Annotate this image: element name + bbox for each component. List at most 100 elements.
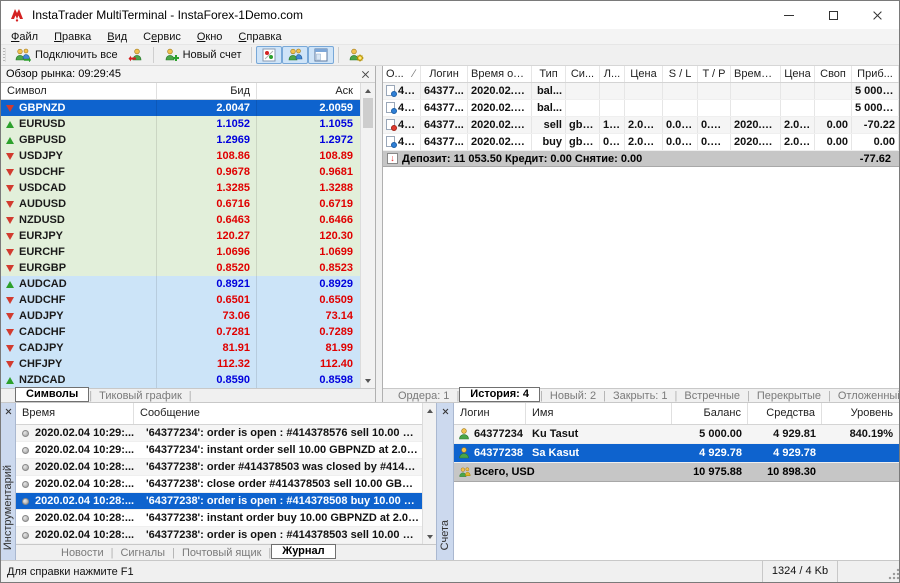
market-watch-toggle-button[interactable]	[256, 46, 282, 64]
menu-item-edit[interactable]: Правка	[46, 31, 99, 43]
orders-tab-pending[interactable]: Отложенный: 1	[831, 390, 900, 402]
orders-tab-orders[interactable]: Ордера: 1	[391, 390, 456, 402]
journal-row[interactable]: 2020.02.04 10:29:...'64377234': instant …	[16, 442, 436, 459]
symbol-row-eurgbp[interactable]: EURGBP0.85200.8523	[1, 260, 375, 276]
accounts-column-header-2[interactable]: Баланс	[672, 403, 748, 424]
journal-row[interactable]: 2020.02.04 10:29:...'64377234': order is…	[16, 425, 436, 442]
symbol-row-gbpusd[interactable]: GBPUSD1.29691.2972	[1, 132, 375, 148]
orders-tab-close[interactable]: Закрыть: 1	[606, 390, 675, 402]
menu-item-tools[interactable]: Сервис	[135, 31, 189, 43]
symbol-row-gbpnzd[interactable]: GBPNZD2.00472.0059	[1, 100, 375, 116]
orders-tab-counter[interactable]: Встречные	[677, 390, 747, 402]
symbol-row-eurchf[interactable]: EURCHF1.06961.0699	[1, 244, 375, 260]
disconnect-all-button[interactable]	[123, 46, 149, 64]
account-person-icon	[458, 428, 471, 441]
symbol-row-usdchf[interactable]: USDCHF0.96780.9681	[1, 164, 375, 180]
journal-row[interactable]: 2020.02.04 10:28:...'64377238': order is…	[16, 527, 436, 544]
symbol-row-nzdcad[interactable]: NZDCAD0.85900.8598	[1, 372, 375, 388]
toolbox-strip-label[interactable]: Инструментарий	[2, 465, 14, 550]
accounts-toggle-button[interactable]	[282, 46, 308, 64]
journal-row[interactable]: 2020.02.04 10:28:...'64377238': instant …	[16, 510, 436, 527]
menu-item-file[interactable]: Файл	[3, 31, 46, 43]
column-header-ask[interactable]: Аск	[257, 83, 375, 99]
accounts-strip-label[interactable]: Счета	[439, 520, 451, 550]
app-icon[interactable]	[9, 7, 25, 23]
orders-column-header-8[interactable]: T / P	[698, 66, 731, 82]
journal-tab-journal[interactable]: Журнал	[271, 544, 335, 559]
ask-number: 0.8523	[319, 261, 353, 276]
scroll-up-icon[interactable]	[361, 83, 375, 98]
connect-all-button[interactable]: Подключить все	[10, 46, 123, 64]
orders-tab-history[interactable]: История: 4	[459, 387, 540, 402]
toolbox-toggle-button[interactable]	[308, 46, 334, 64]
scrollbar-thumb[interactable]	[363, 98, 373, 128]
orders-column-header-4[interactable]: Си...	[566, 66, 600, 82]
accounts-column-header-3[interactable]: Средства	[748, 403, 822, 424]
symbol-name: EURCHF	[1, 244, 157, 260]
scrollbar-track[interactable]	[361, 98, 375, 373]
orders-column-header-6[interactable]: Цена	[625, 66, 663, 82]
orders-column-header-3[interactable]: Тип	[532, 66, 566, 82]
order-row[interactable]: 414...64377...2020.02.04 ...bal...5 000.…	[383, 83, 899, 100]
journal-scrollbar[interactable]	[422, 403, 436, 544]
toolbar-grip[interactable]	[3, 48, 6, 62]
symbol-row-eurjpy[interactable]: EURJPY120.27120.30	[1, 228, 375, 244]
market-watch-close-icon[interactable]	[361, 70, 370, 79]
account-settings-button[interactable]	[343, 46, 369, 64]
symbol-row-usdjpy[interactable]: USDJPY108.86108.89	[1, 148, 375, 164]
accounts-column-header-1[interactable]: Имя	[526, 403, 672, 424]
accounts-column-header-0[interactable]: Логин	[454, 403, 526, 424]
accounts-close-icon[interactable]	[442, 408, 449, 415]
orders-column-header-5[interactable]: Л...	[600, 66, 625, 82]
symbol-row-chfjpy[interactable]: CHFJPY112.32112.40	[1, 356, 375, 372]
symbol-row-cadchf[interactable]: CADCHF0.72810.7289	[1, 324, 375, 340]
symbol-row-usdcad[interactable]: USDCAD1.32851.3288	[1, 180, 375, 196]
symbol-row-cadjpy[interactable]: CADJPY81.9181.99	[1, 340, 375, 356]
symbol-row-audusd[interactable]: AUDUSD0.67160.6719	[1, 196, 375, 212]
menu-item-view[interactable]: Вид	[99, 31, 135, 43]
orders-tab-overlapped[interactable]: Перекрытые	[750, 390, 828, 402]
journal-tab-mailbox[interactable]: Почтовый ящик	[175, 547, 268, 559]
toolbox-close-icon[interactable]	[5, 408, 12, 415]
resize-grip[interactable]	[886, 561, 899, 582]
order-row[interactable]: 414...64377...2020.02.04 ...sellgbp...10…	[383, 117, 899, 134]
symbol-row-audchf[interactable]: AUDCHF0.65010.6509	[1, 292, 375, 308]
orders-column-header-7[interactable]: S / L	[663, 66, 698, 82]
orders-column-header-12[interactable]: Приб...	[852, 66, 899, 82]
close-button[interactable]	[855, 1, 899, 29]
column-header-bid[interactable]: Бид	[157, 83, 257, 99]
scroll-down-icon[interactable]	[423, 529, 436, 544]
minimize-button[interactable]	[767, 1, 811, 29]
orders-column-header-11[interactable]: Своп	[815, 66, 852, 82]
orders-column-header-0[interactable]: О...∕	[383, 66, 421, 82]
orders-column-header-1[interactable]: Логин	[421, 66, 468, 82]
order-row[interactable]: 414...64377...2020.02.04 ...bal...5 000.…	[383, 100, 899, 117]
symbol-row-eurusd[interactable]: EURUSD1.10521.1055	[1, 116, 375, 132]
orders-column-header-9[interactable]: Время зак...	[731, 66, 781, 82]
orders-column-header-10[interactable]: Цена	[781, 66, 815, 82]
menu-item-window[interactable]: Окно	[189, 31, 231, 43]
journal-row[interactable]: 2020.02.04 10:28:...'64377238': close or…	[16, 476, 436, 493]
new-account-button[interactable]: Новый счет	[158, 46, 247, 64]
journal-row[interactable]: 2020.02.04 10:28:...'64377238': order #4…	[16, 459, 436, 476]
orders-column-header-2[interactable]: Время отк...	[468, 66, 532, 82]
journal-tab-news[interactable]: Новости	[54, 547, 111, 559]
market-watch-tab-tick-chart[interactable]: Тиковый график	[92, 390, 189, 402]
market-watch-scrollbar[interactable]	[360, 83, 375, 388]
order-row[interactable]: 414...64377...2020.02.04 ...buygbp...0.0…	[383, 134, 899, 151]
maximize-button[interactable]	[811, 1, 855, 29]
account-row-64377234[interactable]: 64377234Ku Tasut5 000.004 929.81840.19%	[454, 425, 899, 444]
market-watch-tab-symbols[interactable]: Символы	[15, 387, 89, 402]
symbol-row-nzdusd[interactable]: NZDUSD0.64630.6466	[1, 212, 375, 228]
journal-row[interactable]: 2020.02.04 10:28:...'64377238': order is…	[16, 493, 436, 510]
orders-tab-new[interactable]: Новый: 2	[543, 390, 603, 402]
journal-tab-signals[interactable]: Сигналы	[113, 547, 172, 559]
accounts-column-header-4[interactable]: Уровень	[822, 403, 899, 424]
column-header-symbol[interactable]: Символ	[1, 83, 157, 99]
account-row-64377238[interactable]: 64377238Sa Kasut4 929.784 929.78	[454, 444, 899, 463]
symbol-row-audcad[interactable]: AUDCAD0.89210.8929	[1, 276, 375, 292]
scroll-down-icon[interactable]	[361, 373, 375, 388]
menu-item-help[interactable]: Справка	[230, 31, 289, 43]
symbol-row-audjpy[interactable]: AUDJPY73.0673.14	[1, 308, 375, 324]
scroll-up-icon[interactable]	[423, 403, 436, 418]
